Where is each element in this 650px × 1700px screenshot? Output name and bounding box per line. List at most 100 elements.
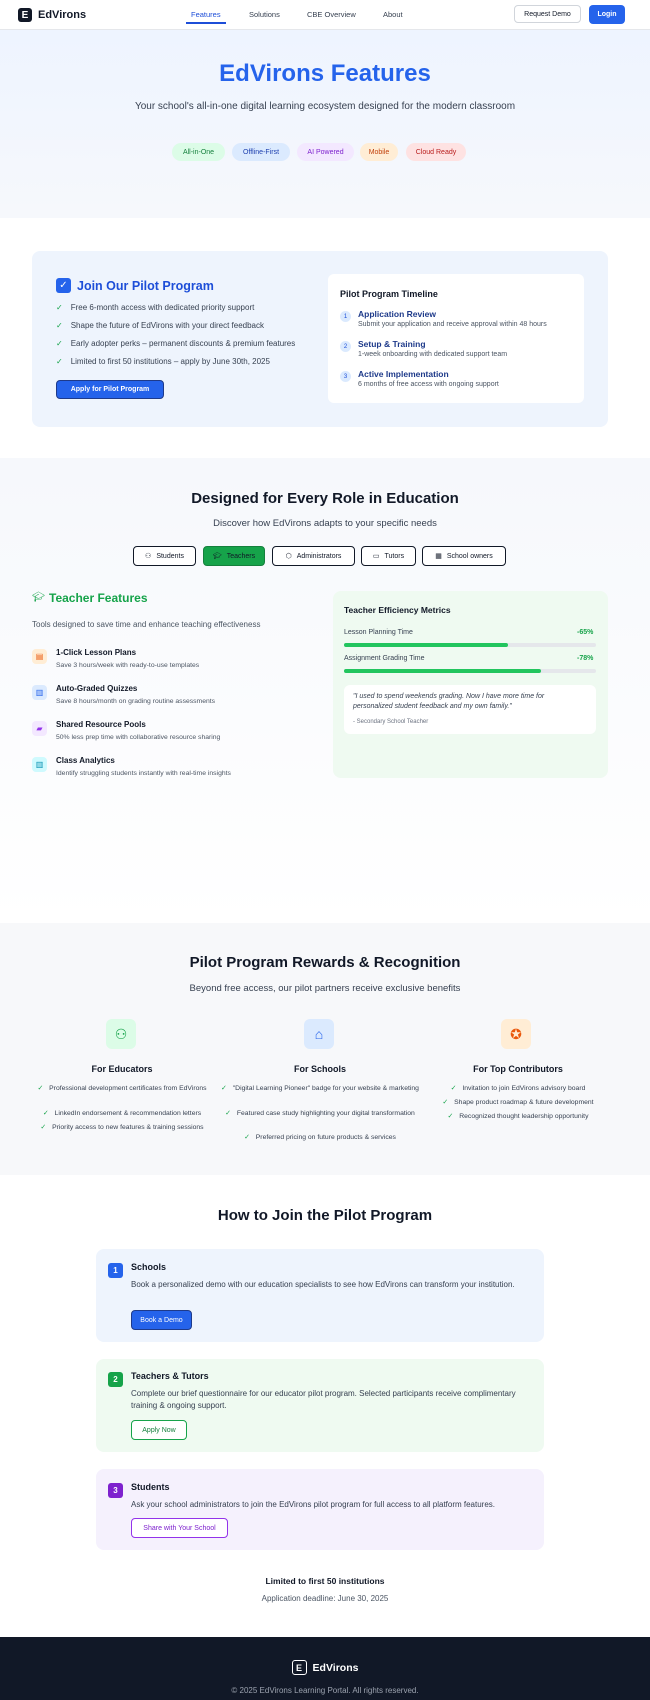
check-icon: ✓ [56, 321, 63, 330]
metric-label: Lesson Planning Time [344, 629, 413, 636]
metric-progress-fill [344, 643, 508, 647]
step-number-badge: 2 [108, 1372, 123, 1387]
testimonial-quote: "I used to spend weekends grading. Now I… [353, 693, 545, 710]
reward-item: ✓ Preferred pricing on future products & … [244, 1134, 396, 1141]
check-icon: ✓ [37, 1085, 44, 1092]
nav-link-solutions[interactable]: Solutions [249, 10, 280, 19]
timeline-title: Pilot Program Timeline [340, 289, 438, 299]
join-step-title: Students [131, 1482, 170, 1492]
reward-item: ✓ Priority access to new features & train… [40, 1124, 204, 1131]
checkbox-icon: ✓ [56, 278, 71, 293]
folder-icon: ▰ [32, 721, 47, 736]
shield-icon: ⬡ [285, 553, 292, 560]
tab-school-owners[interactable]: ▦ School owners [422, 546, 506, 566]
metric-value: -78% [577, 655, 594, 662]
join-step-desc: Ask your school administrators to join t… [131, 1500, 496, 1509]
feature-desc: Identify struggling students instantly w… [56, 770, 231, 777]
logo-icon: E [291, 1660, 307, 1675]
feature-title: 1-Click Lesson Plans [56, 648, 137, 657]
top-nav: E EdVirons Features Solutions CBE Overvi… [0, 0, 650, 30]
school-icon: ⌂ [304, 1019, 334, 1049]
login-button[interactable]: Login [589, 5, 625, 24]
check-icon: ✓ [42, 1110, 49, 1117]
feature-desc: Save 8 hours/month on grading routine as… [56, 698, 216, 705]
reward-item: ✓ Featured case study highlighting your d… [225, 1110, 415, 1117]
check-icon: ✓ [447, 1113, 454, 1120]
timeline-step-title: Setup & Training [358, 339, 426, 349]
logo-icon: E [18, 8, 32, 22]
book-demo-button[interactable]: Book a Demo [131, 1310, 192, 1330]
copyright: © 2025 EdVirons Learning Portal. All rig… [231, 1686, 419, 1695]
timeline-step-title: Application Review [358, 309, 436, 319]
brand-name: EdVirons [38, 9, 87, 21]
pilot-benefit: ✓ Free 6-month access with dedicated prio… [56, 303, 255, 312]
step-number-badge: 1 [340, 311, 351, 322]
analytics-icon: ▥ [32, 757, 47, 772]
tab-administrators[interactable]: ⬡ Administrators [272, 546, 355, 566]
reward-item: ✓ LinkedIn endorsement & recommendation l… [42, 1110, 202, 1117]
users-icon: ⚇ [106, 1019, 136, 1049]
check-icon: ✓ [56, 303, 63, 312]
reward-item: ✓ "Digital Learning Pioneer" badge for yo… [221, 1085, 419, 1092]
footer-brand: EdVirons [312, 1661, 359, 1674]
reward-item: ✓ Invitation to join EdVirons advisory bo… [450, 1085, 586, 1092]
metric-progress-fill [344, 669, 541, 673]
feature-desc: Save 3 hours/week with ready-to-use temp… [56, 662, 200, 669]
check-icon: ✓ [450, 1085, 457, 1092]
tag-all-in-one: All-in-One [172, 143, 225, 161]
nav-link-about[interactable]: About [383, 10, 403, 19]
timeline-step-desc: 1-week onboarding with dedicated support… [358, 351, 508, 358]
testimonial-author: - Secondary School Teacher [353, 719, 429, 725]
step-number-badge: 1 [108, 1263, 123, 1278]
reward-column-title: For Schools [293, 1064, 346, 1074]
check-icon: ✓ [56, 339, 63, 348]
join-step-title: Schools [131, 1262, 167, 1272]
join-step-desc: Book a personalized demo with our educat… [131, 1280, 515, 1289]
roles-title: Designed for Every Role in Education [191, 490, 459, 507]
book-icon: ▭ [372, 553, 380, 560]
limit-note: Limited to first 50 institutions [265, 1576, 385, 1586]
tag-ai-powered: AI Powered [297, 143, 354, 161]
award-icon: ✪ [501, 1019, 531, 1049]
apply-pilot-button[interactable]: Apply for Pilot Program [56, 380, 164, 399]
nav-link-features[interactable]: Features [191, 10, 221, 19]
rewards-subtitle: Beyond free access, our pilot partners r… [189, 983, 461, 994]
apply-now-button[interactable]: Apply Now [131, 1420, 187, 1440]
hero-subtitle: Your school's all-in-one digital learnin… [134, 101, 516, 112]
nav-link-cbe-overview[interactable]: CBE Overview [307, 10, 356, 19]
tab-teachers[interactable]: 🎓︎ Teachers [203, 546, 265, 566]
request-demo-button[interactable]: Request Demo [514, 5, 581, 23]
join-step-desc: Complete our brief questionnaire for our… [131, 1389, 516, 1410]
metrics-title: Teacher Efficiency Metrics [344, 605, 451, 615]
step-number-badge: 2 [340, 341, 351, 352]
chart-icon: ▥ [32, 685, 47, 700]
roles-subtitle: Discover how EdVirons adapts to your spe… [213, 518, 437, 529]
pilot-benefit: ✓ Early adopter perks – permanent discoun… [56, 339, 296, 348]
reward-item: ✓ Shape product roadmap & future developm… [442, 1099, 594, 1106]
brand-logo[interactable]: E EdVirons [18, 8, 86, 22]
feature-title: Shared Resource Pools [56, 720, 146, 729]
deadline-note: Application deadline: June 30, 2025 [261, 1594, 389, 1603]
reward-item: ✓ Recognized thought leadership opportuni… [447, 1113, 589, 1120]
hero-section [0, 30, 650, 218]
check-icon: ✓ [56, 357, 63, 366]
join-step-title: Teachers & Tutors [131, 1371, 209, 1381]
document-icon: ▤ [32, 649, 47, 664]
step-number-badge: 3 [340, 371, 351, 382]
timeline-step-desc: Submit your application and receive appr… [358, 321, 547, 328]
footer-logo: E EdVirons [0, 1660, 650, 1675]
check-icon: ✓ [244, 1134, 250, 1141]
tab-students[interactable]: ⚇ Students [133, 546, 196, 566]
reward-column-title: For Top Contributors [473, 1064, 563, 1074]
user-icon: ⚇ [145, 553, 152, 560]
timeline-step-desc: 6 months of free access with ongoing sup… [358, 381, 499, 388]
reward-column-title: For Educators [91, 1064, 153, 1074]
share-with-school-button[interactable]: Share with Your School [131, 1518, 228, 1538]
pilot-title: Join Our Pilot Program [77, 279, 214, 293]
check-icon: ✓ [40, 1124, 47, 1131]
tab-tutors[interactable]: ▭ Tutors [361, 546, 416, 566]
building-icon: ▦ [435, 553, 442, 560]
metric-value: -65% [577, 629, 594, 636]
tag-cloud-ready: Cloud Ready [406, 143, 466, 161]
teacher-features-subtitle: Tools designed to save time and enhance … [32, 620, 261, 629]
